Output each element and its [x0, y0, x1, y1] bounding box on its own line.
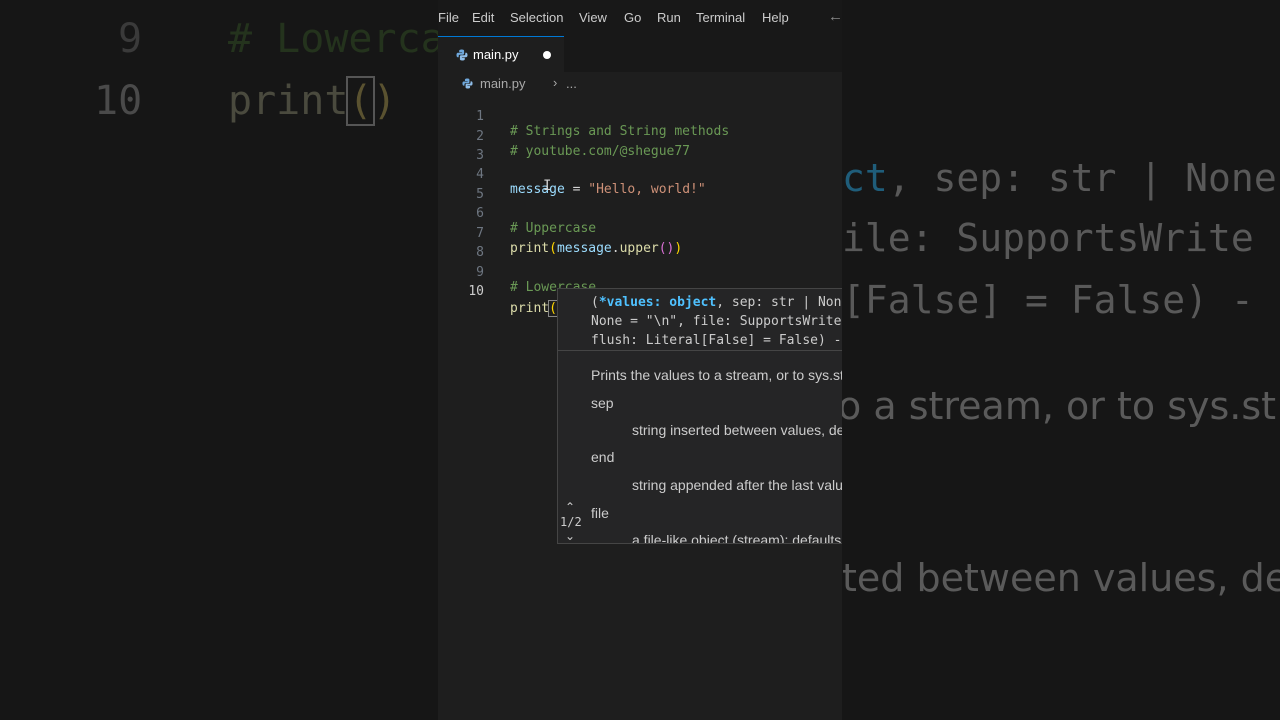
tab-label: main.py — [473, 47, 519, 62]
divider — [558, 350, 842, 351]
editor-window: File Edit Selection View Go Run Terminal… — [438, 0, 842, 720]
code-line: 4 message = "Hello, world!" — [438, 152, 842, 197]
menu-edit[interactable]: Edit — [472, 10, 494, 25]
unsaved-dot-icon[interactable] — [543, 51, 551, 59]
menu-view[interactable]: View — [579, 10, 607, 25]
chevron-up-icon[interactable]: ⌃ — [565, 500, 575, 514]
param-name-sep: sep — [591, 395, 614, 411]
param-desc-sep: string inserted between values, de — [632, 422, 842, 438]
code-line: 2 # youtube.com/@shegue77 — [438, 114, 842, 159]
parameter-hint-popup[interactable]: (*values: object, sep: str | Non None = … — [557, 288, 842, 544]
bg-line-number-10: 10 — [94, 78, 143, 124]
menu-go[interactable]: Go — [624, 10, 641, 25]
bg-print-call: print() — [228, 76, 397, 126]
menu-selection[interactable]: Selection — [510, 10, 563, 25]
overload-counter: 1/2 — [560, 515, 582, 529]
background-left-zoom: 9 # Lowercase 10 print() — [0, 0, 438, 720]
code-line: 5 — [438, 172, 842, 202]
arrow-left-icon[interactable]: ← — [828, 8, 842, 25]
code-line: 8 — [438, 230, 842, 260]
chevron-right-icon: › — [553, 75, 558, 90]
breadcrumb-file[interactable]: main.py — [480, 76, 526, 91]
param-name-end: end — [591, 449, 615, 465]
code-line: 7 print(message.upper()) — [438, 211, 842, 256]
code-line: 9 # Lowercase — [438, 250, 842, 295]
code-line: 6 # Uppercase — [438, 191, 842, 236]
function-description: Prints the values to a stream, or to sys… — [591, 367, 842, 383]
tab-main-py[interactable]: main.py — [438, 36, 564, 72]
signature-line-3: flush: Literal[False] = False) - — [591, 333, 842, 348]
bg-signature-line-3: [False] = False) - — [842, 278, 1254, 322]
line-number: 10 — [468, 284, 484, 299]
python-file-icon — [456, 48, 468, 66]
menu-help[interactable]: Help — [762, 10, 789, 25]
signature-line-1: (*values: object, sep: str | Non — [591, 295, 842, 310]
code-line: 1 # Strings and String methods — [438, 94, 842, 139]
menu-terminal[interactable]: Terminal — [696, 10, 745, 25]
signature-line-2: None = "\n", file: SupportsWrite — [591, 314, 842, 329]
bg-sep-description: ted between values, de — [842, 556, 1280, 600]
param-desc-file: a file-like object (stream): defaults — [632, 532, 842, 544]
python-file-icon — [462, 77, 473, 92]
chevron-down-icon[interactable]: ⌄ — [565, 529, 575, 543]
code-line-active: 10 print() — [438, 269, 842, 317]
menu-run[interactable]: Run — [657, 10, 681, 25]
breadcrumb-symbols[interactable]: ... — [566, 76, 577, 91]
tab-bar: main.py — [438, 36, 842, 72]
menu-file[interactable]: File — [438, 10, 459, 25]
bg-signature-line-1: ct, sep: str | None — [842, 156, 1277, 200]
code-line: 3 — [438, 133, 842, 163]
bg-line-number-9: 9 — [118, 16, 143, 62]
param-desc-end: string appended after the last valu — [632, 477, 842, 493]
background-right-zoom: ct, sep: str | None ile: SupportsWrite [… — [842, 0, 1280, 720]
bg-signature-line-2: ile: SupportsWrite — [842, 216, 1254, 260]
menu-bar: File Edit Selection View Go Run Terminal… — [438, 0, 842, 36]
mouse-ibeam-cursor: I — [543, 178, 552, 194]
bg-description: o a stream, or to sys.st — [842, 384, 1277, 428]
bg-comment-lowercase: # Lowercase — [228, 16, 438, 62]
param-name-file: file — [591, 505, 609, 521]
